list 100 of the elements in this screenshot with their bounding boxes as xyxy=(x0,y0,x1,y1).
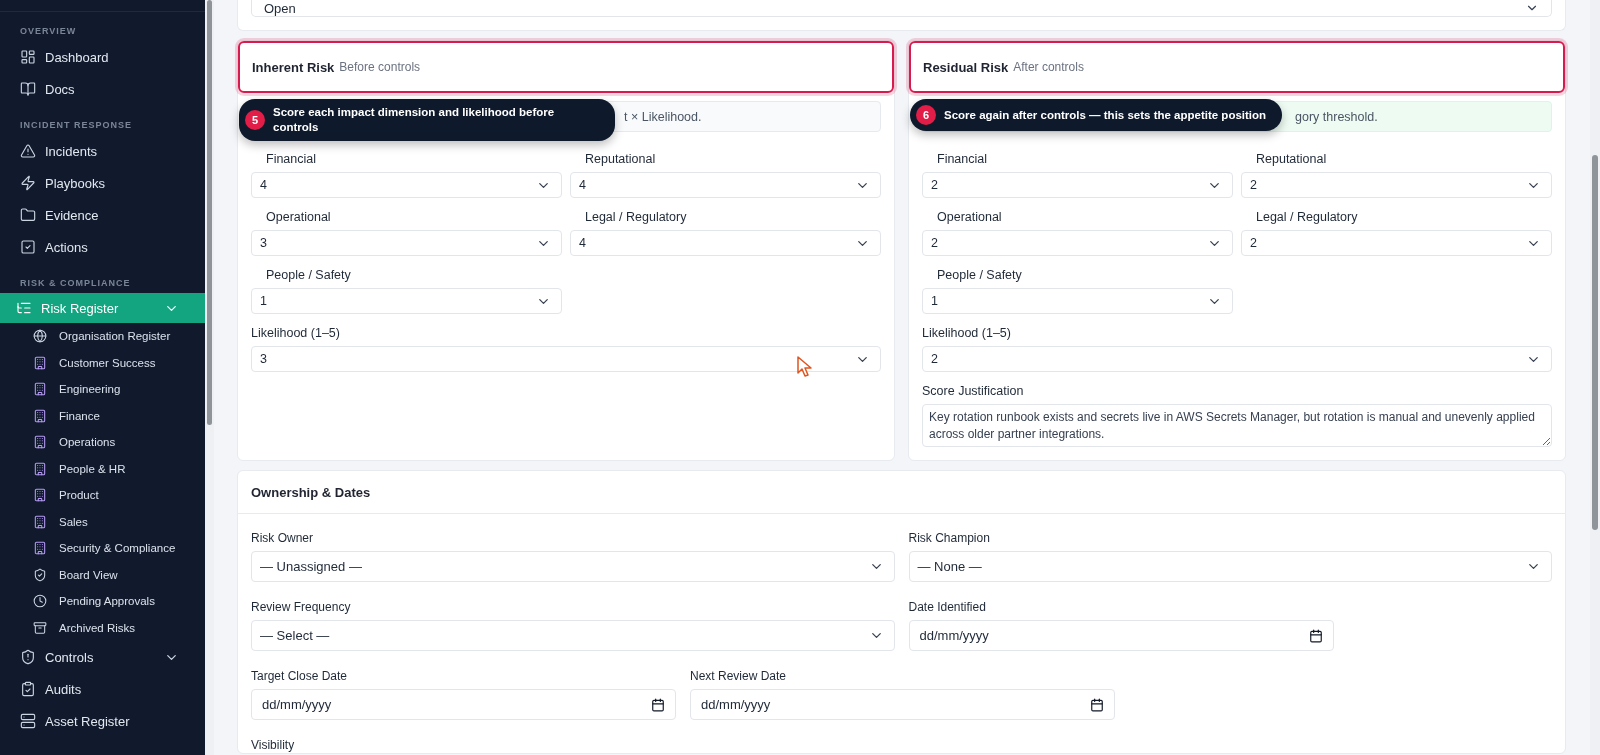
select-field[interactable]: — None — xyxy=(908,551,1552,582)
select-field[interactable]: 4 xyxy=(570,230,881,256)
card-title: Residual Risk xyxy=(923,59,1009,75)
select-field[interactable]: 3 xyxy=(251,230,562,256)
field-label: Review Frequency xyxy=(251,599,352,615)
field-label: Financial xyxy=(936,151,989,168)
nav-section-heading: INCIDENT RESPONSE xyxy=(19,119,133,132)
select-field[interactable]: — Select — xyxy=(251,620,895,651)
nav-item[interactable]: Audits xyxy=(0,673,205,705)
field-label: Risk Owner xyxy=(251,530,314,546)
checkbox-icon xyxy=(20,239,36,255)
nav-item[interactable]: Actions xyxy=(0,231,205,263)
nav-item[interactable]: Asset Register xyxy=(0,705,205,737)
building-icon xyxy=(33,541,47,556)
field-label: Visibility xyxy=(251,737,296,753)
status-select[interactable]: Open xyxy=(251,0,1552,17)
select-field[interactable]: 4 xyxy=(570,172,881,198)
scrollbar[interactable] xyxy=(205,0,214,755)
date-field[interactable]: dd/mm/yyyy xyxy=(251,689,676,720)
lightning-icon xyxy=(20,175,36,191)
building-icon xyxy=(33,355,47,370)
card-title: Ownership & Dates xyxy=(251,484,371,500)
card-title: Inherent Risk xyxy=(252,59,335,75)
server-icon xyxy=(20,713,36,729)
globe-icon xyxy=(33,329,47,344)
building-icon xyxy=(33,461,47,476)
field-label: Reputational xyxy=(584,151,657,168)
field-label: Date Identified xyxy=(908,599,987,615)
building-icon xyxy=(33,408,47,423)
field-label: Reputational xyxy=(1255,151,1328,168)
nav-item[interactable]: Dashboard xyxy=(0,41,205,73)
tooltip-text: Score again after controls — this sets the appetite position xyxy=(944,107,1267,123)
field-label: Next Review Date xyxy=(690,668,788,684)
building-icon xyxy=(33,488,47,503)
nav-subitem[interactable]: Customer Success xyxy=(0,349,205,376)
nav-section-heading: RISK & COMPLIANCE xyxy=(19,277,132,290)
nav-subitem[interactable]: Sales xyxy=(0,508,205,535)
calendar-icon xyxy=(1308,628,1323,643)
archive-icon xyxy=(33,620,47,635)
nav-subitem[interactable]: Archived Risks xyxy=(0,614,205,641)
nav-item[interactable]: Playbooks xyxy=(0,167,205,199)
justification-field[interactable]: Key rotation runbook exists and secrets live in AWS Secrets Manager, but rotation is manual and unevenly applied across older partner integrations. xyxy=(922,404,1552,447)
select-field[interactable]: — Unassigned — xyxy=(251,551,895,582)
nav-item[interactable]: Controls xyxy=(0,641,205,673)
nav-subitem[interactable]: Finance xyxy=(0,402,205,429)
select-field[interactable]: 1 xyxy=(922,288,1233,314)
field-label: Financial xyxy=(265,151,318,168)
nav-item[interactable]: Incidents xyxy=(0,135,205,167)
nav-subitem[interactable]: Organisation Register xyxy=(0,323,205,350)
select-field[interactable]: 2 xyxy=(922,230,1233,256)
shield-icon xyxy=(33,567,47,582)
building-icon xyxy=(33,435,47,450)
date-field[interactable]: dd/mm/yyyy xyxy=(690,689,1115,720)
layout-icon xyxy=(20,49,36,65)
field-label: Risk Champion xyxy=(908,530,991,546)
field-label: Likelihood (1–5) xyxy=(251,325,341,342)
nav-subitem[interactable]: Operations xyxy=(0,429,205,456)
field-label: Legal / Regulatory xyxy=(584,209,688,226)
book-icon xyxy=(20,81,36,97)
calendar-icon xyxy=(651,697,665,712)
select-field[interactable]: 2 xyxy=(922,346,1552,372)
folder-icon xyxy=(20,207,36,223)
scrollbar[interactable] xyxy=(1590,0,1600,755)
field-label: People / Safety xyxy=(265,267,352,284)
step-badge: 5 xyxy=(245,110,265,130)
field-label: Score Justification xyxy=(922,383,1025,400)
field-label: People / Safety xyxy=(936,267,1023,284)
nav-item[interactable]: Evidence xyxy=(0,199,205,231)
nav-subitem[interactable]: Engineering xyxy=(0,376,205,403)
date-field[interactable]: dd/mm/yyyy xyxy=(908,620,1334,651)
clock-icon xyxy=(33,594,47,609)
mouse-cursor-icon xyxy=(797,356,813,378)
select-field[interactable]: 2 xyxy=(1241,172,1552,198)
nav-subitem[interactable]: People & HR xyxy=(0,455,205,482)
nav-item[interactable]: Docs xyxy=(0,73,205,105)
nav-subitem[interactable]: Security & Compliance xyxy=(0,535,205,562)
card-subtitle: Before controls xyxy=(339,60,421,74)
clipboard-icon xyxy=(20,681,36,697)
select-field[interactable]: 4 xyxy=(251,172,562,198)
field-label: Legal / Regulatory xyxy=(1255,209,1359,226)
step-badge: 6 xyxy=(916,105,936,125)
nav-subitem[interactable]: Board View xyxy=(0,561,205,588)
warning-icon xyxy=(20,143,36,159)
shield-icon xyxy=(20,649,36,665)
select-field[interactable]: 3 xyxy=(251,346,881,372)
select-field[interactable]: 2 xyxy=(922,172,1233,198)
field-label: Operational xyxy=(265,209,332,226)
field-label: Likelihood (1–5) xyxy=(922,325,1012,342)
nav-subitem[interactable]: Product xyxy=(0,482,205,509)
list-tree-icon xyxy=(16,300,32,316)
field-label: Target Close Date xyxy=(251,668,349,684)
calendar-icon xyxy=(1090,697,1104,712)
field-label: Operational xyxy=(936,209,1003,226)
card-subtitle: After controls xyxy=(1013,60,1084,74)
select-field[interactable]: 1 xyxy=(251,288,562,314)
nav-section-heading: OVERVIEW xyxy=(19,25,78,38)
select-field[interactable]: 2 xyxy=(1241,230,1552,256)
building-icon xyxy=(33,382,47,397)
building-icon xyxy=(33,514,47,529)
nav-subitem[interactable]: Pending Approvals xyxy=(0,588,205,615)
